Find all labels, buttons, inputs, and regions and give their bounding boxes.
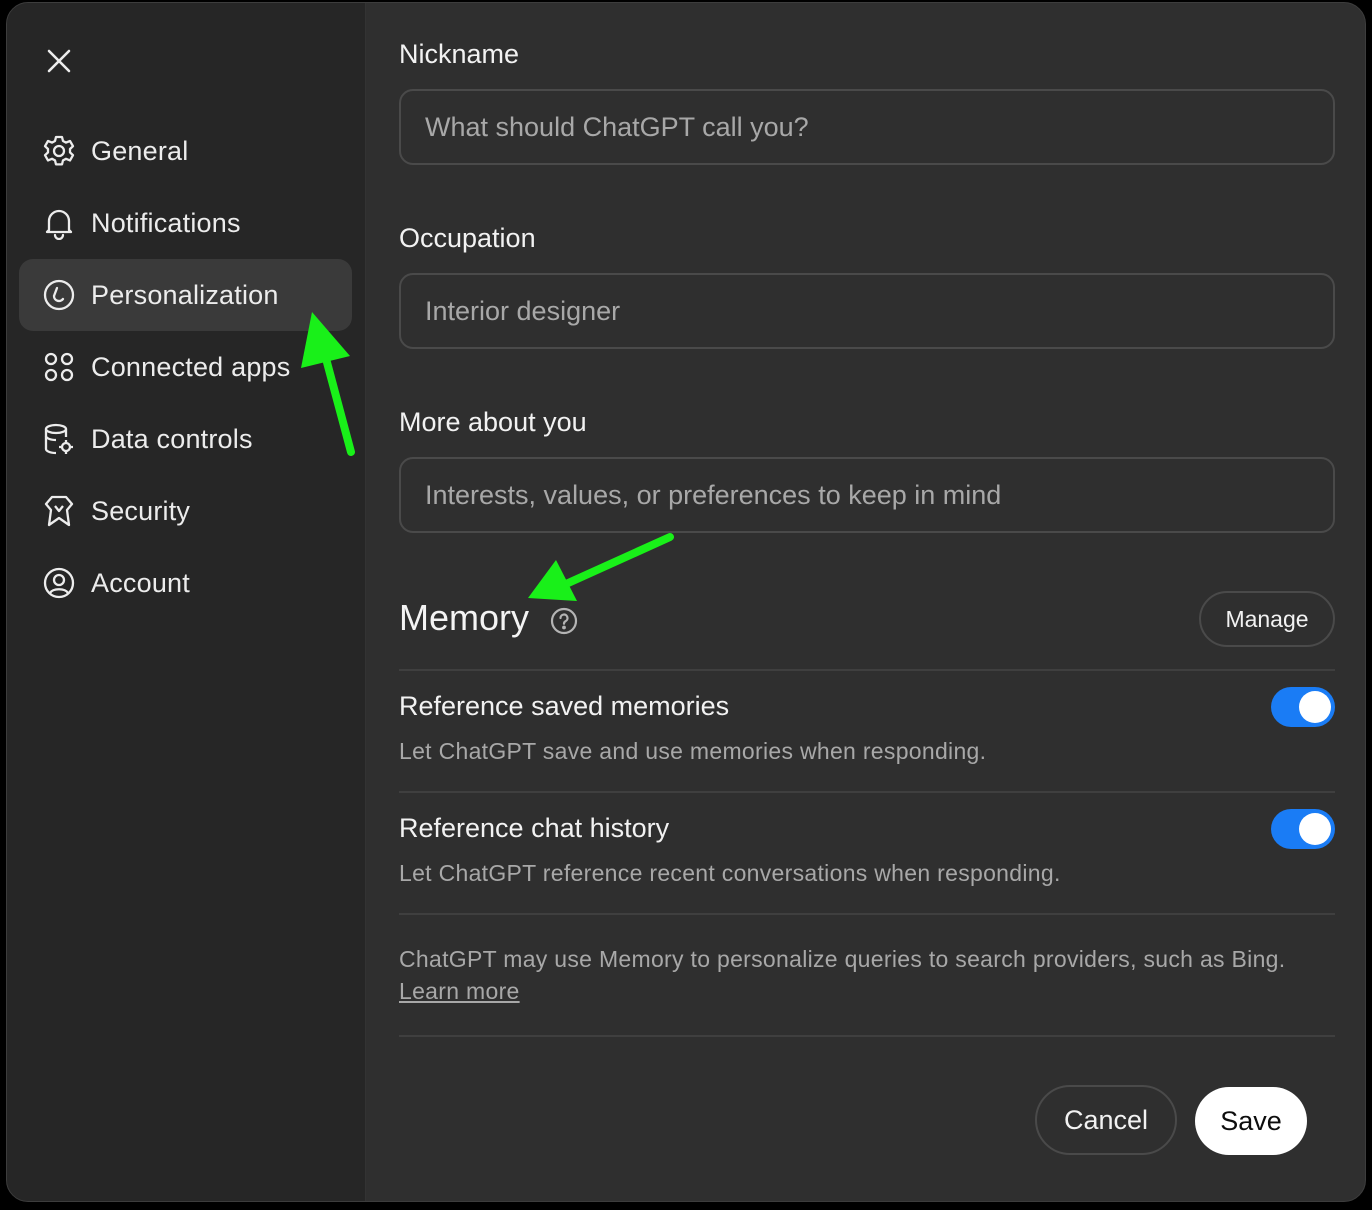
toggle-knob — [1299, 691, 1331, 723]
more-about-label: More about you — [399, 407, 587, 437]
nickname-label: Nickname — [399, 39, 520, 69]
sidebar-item-label: Data controls — [91, 423, 253, 454]
learn-more-link[interactable]: Learn more — [399, 978, 520, 1004]
toggle-knob — [1299, 813, 1331, 845]
sidebar-item-label: Connected apps — [91, 351, 291, 382]
occupation-label: Occupation — [399, 223, 536, 253]
save-button[interactable]: Save — [1195, 1087, 1307, 1155]
close-button[interactable] — [39, 41, 79, 81]
sidebar-item-label: Notifications — [91, 207, 241, 238]
divider — [399, 913, 1335, 915]
saved-memories-description: Let ChatGPT save and use memories when r… — [399, 738, 987, 764]
user-circle-icon — [41, 565, 77, 601]
cancel-button[interactable]: Cancel — [1035, 1085, 1177, 1155]
footnote-text: ChatGPT may use Memory to personalize qu… — [399, 946, 1286, 972]
manage-memory-button[interactable]: Manage — [1199, 591, 1335, 647]
occupation-input[interactable] — [399, 273, 1335, 349]
chat-history-toggle[interactable] — [1271, 809, 1335, 849]
saved-memories-title: Reference saved memories — [399, 691, 730, 721]
sidebar-item-label: Personalization — [91, 279, 279, 310]
sidebar-item-connected-apps[interactable]: Connected apps — [19, 331, 352, 403]
settings-dialog: General Notifications Personalization Co… — [6, 2, 1366, 1202]
sidebar-item-security[interactable]: Security — [19, 475, 352, 547]
memory-title: Memory — [399, 597, 530, 638]
divider — [399, 791, 1335, 793]
sidebar-item-account[interactable]: Account — [19, 547, 352, 619]
sidebar: General Notifications Personalization Co… — [7, 3, 366, 1201]
divider — [399, 669, 1335, 671]
saved-memories-toggle[interactable] — [1271, 687, 1335, 727]
close-icon — [47, 49, 71, 73]
apps-icon — [41, 349, 77, 385]
divider — [399, 1035, 1335, 1037]
gear-icon — [41, 133, 77, 169]
chat-history-title: Reference chat history — [399, 813, 670, 843]
sidebar-item-general[interactable]: General — [19, 115, 352, 187]
memory-footnote: ChatGPT may use Memory to personalize qu… — [399, 943, 1299, 1007]
shield-icon — [41, 493, 77, 529]
sidebar-item-label: General — [91, 135, 189, 166]
sidebar-item-label: Security — [91, 495, 191, 526]
help-circle-icon[interactable] — [549, 606, 579, 636]
database-gear-icon — [41, 421, 77, 457]
personalization-panel: Nickname Occupation More about you Memor… — [399, 3, 1335, 1201]
personalization-icon — [41, 277, 77, 313]
nickname-input[interactable] — [399, 89, 1335, 165]
more-about-input[interactable] — [399, 457, 1335, 533]
sidebar-item-notifications[interactable]: Notifications — [19, 187, 352, 259]
sidebar-item-label: Account — [91, 567, 190, 598]
bell-icon — [41, 205, 77, 241]
sidebar-item-personalization[interactable]: Personalization — [19, 259, 352, 331]
chat-history-description: Let ChatGPT reference recent conversatio… — [399, 860, 1061, 886]
sidebar-item-data-controls[interactable]: Data controls — [19, 403, 352, 475]
